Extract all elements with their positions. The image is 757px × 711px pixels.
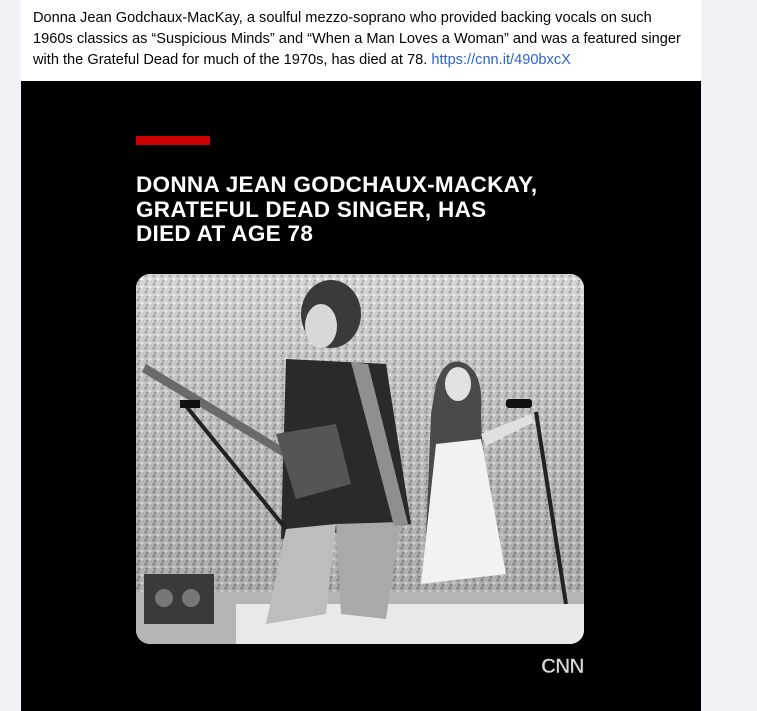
headline-line-1: DONNA JEAN GODCHAUX-MACKAY, [136, 172, 538, 197]
post-card: Donna Jean Godchaux-MacKay, a soulful me… [21, 0, 701, 711]
red-accent-bar [136, 136, 210, 145]
feed-right-gutter [751, 0, 757, 711]
concert-photo-illustration [136, 274, 584, 644]
post-text: Donna Jean Godchaux-MacKay, a soulful me… [33, 8, 693, 71]
post-text-line-2: 1960s classics as “Suspicious Minds” and… [33, 31, 681, 47]
media-headline: DONNA JEAN GODCHAUX-MACKAY, GRATEFUL DEA… [136, 172, 656, 247]
concert-photo [136, 274, 584, 644]
post-text-line-3: with the Grateful Dead for much of the 1… [33, 52, 428, 68]
post-text-line-1: Donna Jean Godchaux-MacKay, a soulful me… [33, 10, 652, 26]
cnn-logo: CNN [541, 655, 585, 679]
headline-line-2: GRATEFUL DEAD SINGER, HAS [136, 196, 487, 222]
post-link[interactable]: https://cnn.it/490bxcX [431, 52, 571, 68]
headline-line-3: DIED AT AGE 78 [136, 221, 314, 246]
post-media-image[interactable]: DONNA JEAN GODCHAUX-MACKAY, GRATEFUL DEA… [21, 81, 701, 711]
